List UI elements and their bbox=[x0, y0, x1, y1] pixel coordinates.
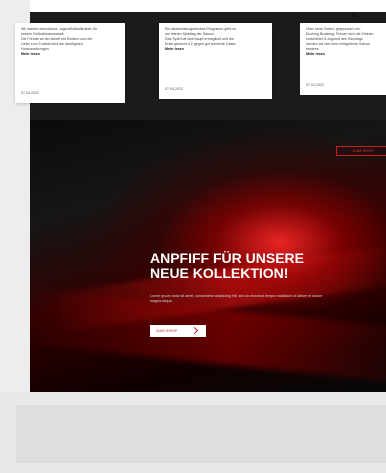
arrow-icon bbox=[191, 327, 199, 335]
news-card-date: 07.04.2022 bbox=[165, 87, 183, 91]
news-card[interactable]: Wir starten demnächst, Jugendfußballtrai… bbox=[15, 23, 125, 103]
cta-button[interactable]: ZUM SHOP bbox=[150, 325, 206, 337]
news-card-date: 07.04.2022 bbox=[306, 83, 324, 87]
read-more-link[interactable]: Mehr lesen bbox=[306, 52, 380, 57]
webcam-dot bbox=[352, 13, 356, 17]
shop-button-top[interactable]: ZUM SHOP bbox=[336, 146, 386, 156]
hero-headline-line: ANPFIFF FÜR UNSERE bbox=[150, 250, 304, 266]
cta-label: ZUM SHOP bbox=[156, 328, 178, 333]
hero-headline: ANPFIFF FÜR UNSERE NEUE KOLLEKTION! bbox=[150, 251, 370, 281]
news-card-date: 07.04.2022 bbox=[21, 91, 39, 95]
monitor-frame: Wir starten demnächst, Jugendfußballtrai… bbox=[0, 0, 386, 473]
monitor-base bbox=[16, 405, 386, 463]
read-more-link[interactable]: Mehr lesen bbox=[21, 52, 119, 57]
news-card[interactable]: Über neue Zeiten: gesponsert von Euching… bbox=[300, 23, 386, 95]
hero-subtitle: Lorem ipsum dolor sit amet, consectetur … bbox=[150, 294, 323, 303]
monitor-bezel bbox=[0, 392, 386, 473]
news-cards: Wir starten demnächst, Jugendfußballtrai… bbox=[15, 23, 386, 108]
hero-headline-line: NEUE KOLLEKTION! bbox=[150, 265, 289, 281]
news-card[interactable]: Ein abwechslungsreiches Programm geht es… bbox=[159, 23, 272, 99]
read-more-link[interactable]: Mehr lesen bbox=[165, 47, 266, 52]
